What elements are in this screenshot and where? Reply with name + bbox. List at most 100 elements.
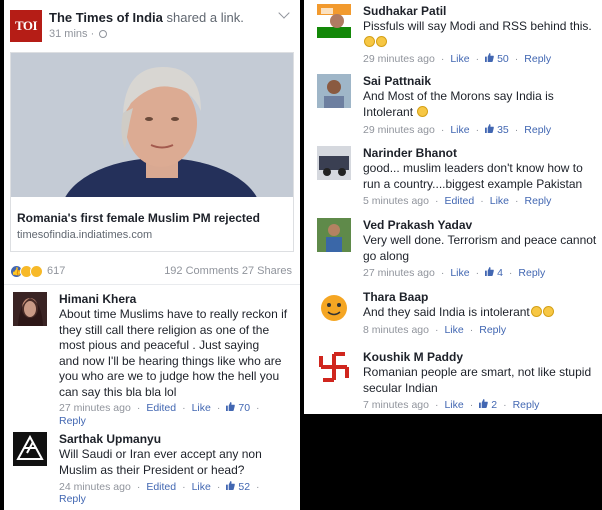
reply-button[interactable]: Reply [518,267,545,279]
comment-time[interactable]: 27 minutes ago [363,267,435,279]
comment-actions: 29 minutes ago · Like · 35 · Reply [363,124,552,136]
likes-count[interactable]: 4 [485,267,503,279]
thumbs-up-icon [226,402,236,411]
comment-actions: 5 minutes ago · Edited · Like · Reply [363,195,552,207]
thumbs-up-icon [479,399,489,408]
thumbs-up-icon [485,124,494,133]
commenter-name[interactable]: Narinder Bhanot [363,146,457,160]
page-logo[interactable]: TOI [10,10,42,42]
comment-time[interactable]: 7 minutes ago [363,399,429,411]
edited-link[interactable]: Edited [444,195,474,207]
commenter-name[interactable]: Himani Khera [59,292,136,306]
commenter-name[interactable]: Ved Prakash Yadav [363,218,472,232]
tearful-emoji-icon [530,306,542,317]
link-title[interactable]: Romania's first female Muslim PM rejecte… [17,211,260,225]
link-domain: timesofindia.indiatimes.com [17,229,153,241]
comments-panel: Sudhakar Patil Pissfuls will say Modi an… [304,0,602,414]
engagement-counts: 192 Comments 27 Shares [164,265,292,277]
edited-link[interactable]: Edited [146,402,176,414]
avatar[interactable] [317,218,351,252]
likes-count[interactable]: 2 [479,399,497,411]
reply-button[interactable]: Reply [524,53,551,65]
commenter-name[interactable]: Sai Pattnaik [363,74,431,88]
thumbs-up-icon [485,267,494,276]
comment-text: Pissfuls will say Modi and RSS behind th… [363,19,602,50]
comment-time[interactable]: 24 minutes ago [59,481,131,493]
post-meta: 31 mins · [49,28,108,40]
post-time[interactable]: 31 mins [49,28,88,40]
thumbs-up-icon [485,53,494,62]
commenter-name[interactable]: Thara Baap [363,290,428,304]
comment-actions: 24 minutes ago · Edited · Like · 52 · [59,481,260,493]
comment-time[interactable]: 8 minutes ago [363,324,429,336]
comment: Sarthak Upmanyu Will Saudi or Iran ever … [13,432,298,507]
comment: Sudhakar Patil Pissfuls will say Modi an… [317,4,599,66]
comment: Koushik M Paddy Romanian people are smar… [317,350,599,412]
post-author-line: The Times of India shared a link. [49,10,244,25]
like-button[interactable]: Like [192,402,211,414]
likes-count[interactable]: 70 [226,402,250,414]
comment-actions: 8 minutes ago · Like · Reply [363,324,507,336]
swastika-avatar-icon [317,350,351,384]
reply-button[interactable]: Reply [525,195,552,207]
comment-text: About time Muslims have to really reckon… [59,307,288,399]
globe-icon [99,30,108,38]
page-name-link[interactable]: The Times of India [49,10,163,25]
avatar[interactable] [317,350,351,384]
comment-text: And they said India is intolerant [363,305,602,321]
commenter-name[interactable]: Sudhakar Patil [363,4,446,18]
comment-time[interactable]: 29 minutes ago [363,53,435,65]
laughing-emoji-icon [376,35,387,47]
shares-count[interactable]: 27 Shares [242,265,292,277]
tearful-emoji-icon [542,306,554,317]
laughing-emoji-icon [364,35,375,47]
like-button[interactable]: Like [192,481,211,493]
edited-link[interactable]: Edited [146,481,176,493]
chevron-down-icon[interactable] [278,7,290,19]
like-button[interactable]: Like [444,324,463,336]
avatar[interactable] [317,74,351,108]
like-button[interactable]: Like [450,124,469,136]
comment-text: Will Saudi or Iran ever accept any non M… [59,447,262,477]
grimacing-emoji-icon [417,105,429,117]
avatar[interactable] [317,290,351,324]
reactions-summary[interactable]: 👍 617 [10,263,65,279]
reply-button[interactable]: Reply [513,399,540,411]
reply-button[interactable]: Reply [479,324,506,336]
likes-count[interactable]: 50 [485,53,509,65]
reply-button[interactable]: Reply [59,415,86,427]
reply-button[interactable]: Reply [59,493,86,505]
like-button[interactable]: Like [450,53,469,65]
avatar[interactable] [317,4,351,38]
sad-reaction-icon [30,264,43,278]
comment-actions: 29 minutes ago · Like · 50 · Reply [363,53,552,65]
reply-button[interactable]: Reply [524,124,551,136]
link-preview-image[interactable] [11,53,293,197]
like-button[interactable]: Like [444,399,463,411]
like-button[interactable]: Like [450,267,469,279]
likes-count[interactable]: 35 [485,124,509,136]
comment-text: Very well done. Terrorism and peace cann… [363,233,597,263]
commenter-name[interactable]: Sarthak Upmanyu [59,432,161,446]
comment: Ved Prakash Yadav Very well done. Terror… [317,218,599,282]
comment: Himani Khera About time Muslims have to … [13,292,298,427]
comment: Sai Pattnaik And Most of the Morons say … [317,74,599,138]
avatar[interactable] [13,432,47,466]
likes-count[interactable]: 52 [226,481,250,493]
avatar[interactable] [13,292,47,326]
comment-actions: 27 minutes ago · Like · 4 · Reply [363,267,546,279]
commenter-name[interactable]: Koushik M Paddy [363,350,463,364]
avatar[interactable] [317,146,351,180]
link-preview-card[interactable]: Romania's first female Muslim PM rejecte… [10,52,294,252]
comment-time[interactable]: 27 minutes ago [59,402,131,414]
like-button[interactable]: Like [490,195,509,207]
comment-actions: 7 minutes ago · Like · 2 · Reply [363,399,540,411]
comments-count[interactable]: 192 Comments [164,265,239,277]
woman-portrait-image [11,53,293,197]
comment-time[interactable]: 5 minutes ago [363,195,429,207]
divider [4,284,300,285]
comment-time[interactable]: 29 minutes ago [363,124,435,136]
comment-text: good... muslim leaders don't know how to… [363,161,583,191]
comment-actions: 27 minutes ago · Edited · Like · 70 · [59,402,260,414]
comment-text: Romanian people are smart, not like stup… [363,365,592,395]
